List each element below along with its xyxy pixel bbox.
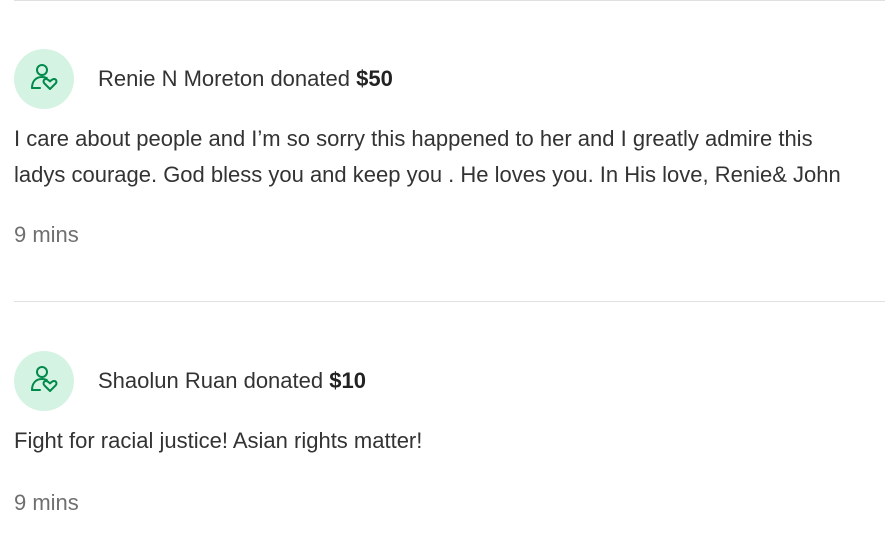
donor-avatar [14, 351, 74, 411]
donor-name: Renie N Moreton [98, 66, 265, 91]
donation-time: 9 mins [14, 222, 79, 247]
donation-action: donated [243, 368, 324, 393]
donation-message: I care about people and I’m so sorry thi… [14, 126, 841, 187]
donor-name: Shaolun Ruan [98, 368, 238, 393]
donation-header: Renie N Moreton donated $50 [14, 49, 869, 109]
donation-item: Shaolun Ruan donated $10 Fight for racia… [14, 351, 869, 516]
donation-message: Fight for racial justice! Asian rights m… [14, 428, 423, 453]
donation-time: 9 mins [14, 490, 79, 515]
donation-header: Shaolun Ruan donated $10 [14, 351, 869, 411]
donor-line: Renie N Moreton donated $50 [98, 66, 393, 92]
donor-avatar [14, 49, 74, 109]
donation-item: Renie N Moreton donated $50 I care about… [14, 49, 869, 248]
donor-heart-icon [29, 62, 59, 97]
donor-heart-icon [29, 364, 59, 399]
divider [14, 0, 885, 1]
donation-amount: $10 [329, 368, 366, 393]
donation-amount: $50 [356, 66, 393, 91]
divider [14, 301, 885, 302]
donation-action: donated [270, 66, 350, 91]
donor-line: Shaolun Ruan donated $10 [98, 368, 366, 394]
